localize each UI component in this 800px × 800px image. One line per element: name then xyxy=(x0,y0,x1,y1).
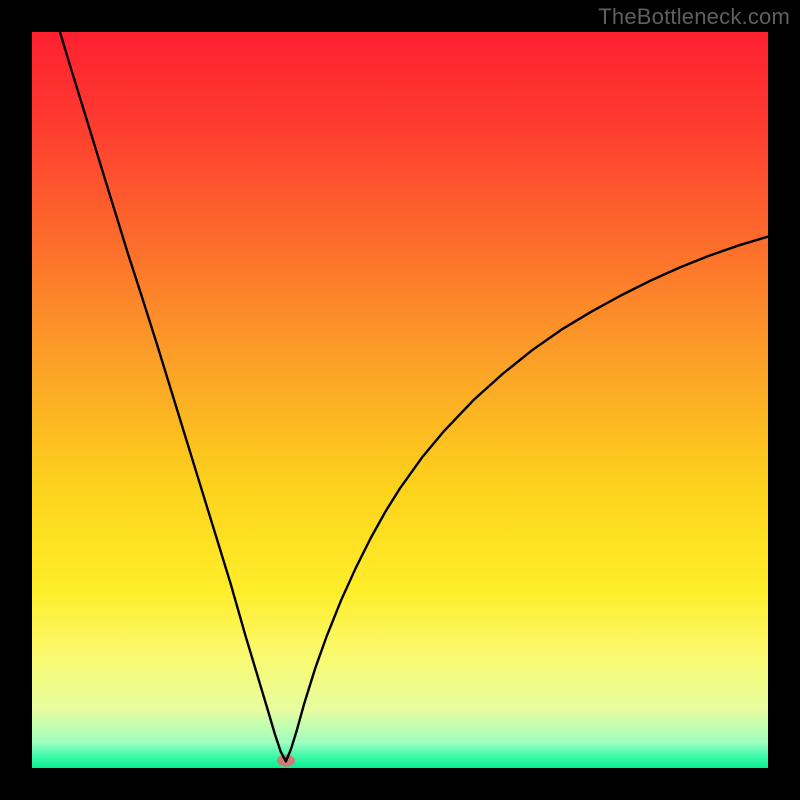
chart-frame: TheBottleneck.com xyxy=(0,0,800,800)
watermark-text: TheBottleneck.com xyxy=(598,4,790,30)
chart-svg xyxy=(0,0,800,800)
plot-background xyxy=(32,32,768,768)
